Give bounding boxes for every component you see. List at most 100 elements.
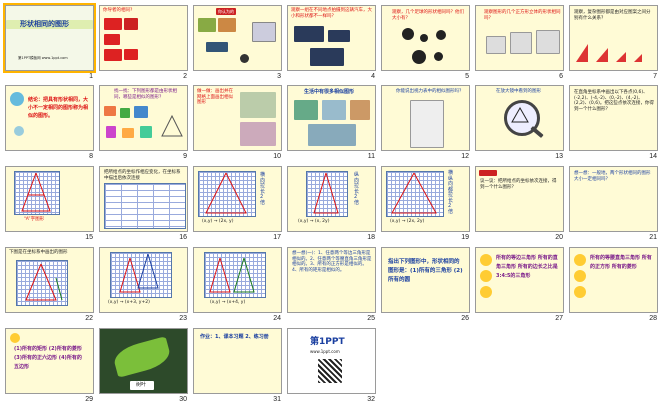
slide-14-canvas: 在直角坐标系中画出以下各点(0,6)、(-2,2)、(-4,-2)、(0,-2)… [569,85,658,151]
slide-thumb-31[interactable]: 作业：1、课本习题 2、练习册 31 [191,326,285,408]
stretched-figure [391,172,437,214]
slide-28-text: 所有的等腰直角三角形 所有的正方形 所有的菱形 [590,255,652,270]
slide-14-text: 在直角坐标系中画出以下各点(0,6)、(-2,2)、(-4,-2)、(0,-2)… [574,90,654,112]
slide-21-canvas: 想一想：一般地，两个形状相同的图形大小一定相同吗？ [569,166,658,232]
leaf-image [111,336,173,378]
slide-17-text: (x,y) → (2x, y) [202,219,234,224]
slide-thumb-15[interactable]: “A”字图形 15 [3,164,97,246]
slide-4-canvas: 观察一组在不同地点拍摄到这辆汽车，大小和形状都不一样吗？ [287,5,376,71]
slide-number: 8 [89,153,93,160]
triangle-figure [511,106,529,123]
slide-23-canvas: (x,y) → (x+3, y+2) [99,247,188,313]
photo-image [294,100,318,120]
slide-11-canvas: 生活中有很多相似图形 [287,85,376,151]
slide-25-text: 想一想(一)：1、任意两个等边三角形是相似的。2、任意两个等腰直角三角形是相似的… [292,251,372,273]
slide-29-text: (1)所有的矩形 (2)所有的菱形 (3)所有的正六边形 (4)所有的五边形 [14,346,82,370]
slide-12-text: 你能说出视力表中的相似图形吗？ [396,89,464,94]
slide-number: 29 [85,396,93,403]
slide-thumb-19[interactable]: 横纵向都拉长2倍 (x,y) → (2x, 2y) 19 [379,164,473,246]
slide-thumb-26[interactable]: 指出下列图形中，形状相同的图形是：(1)所有的三角形 (2)所有的圆 26 [379,245,473,327]
slide-thumb-24[interactable]: (x,y) → (x+4, y) 24 [191,245,285,327]
car-image [328,30,350,42]
slide-thumb-2[interactable]: 你导者的相同? 2 [97,3,191,85]
slide-number: 2 [183,73,187,80]
slide-thumb-16[interactable]: 把所给点的坐标作相应变化，在坐标系中描出后依次连接 16 [97,164,191,246]
thumbs-up-icon [574,270,586,282]
slide-7-canvas: 观察，复杂图形都是由对应图案之间分别有什么关系？ [569,5,658,71]
slide-thumb-11[interactable]: 生活中有很多相似图形 11 [285,83,379,165]
slide-5-canvas: 观察，几个足球的形状相同吗？他们大小有？ [381,5,470,71]
slide-number: 15 [85,234,93,241]
slide-19-text: (x,y) → (2x, 2y) [390,219,425,224]
slide-29-canvas: (1)所有的矩形 (2)所有的菱形 (3)所有的正六边形 (4)所有的五边形 [5,328,94,394]
a-shape-figure [21,172,51,212]
thumbs-up-icon [10,333,20,343]
slide-thumb-25[interactable]: 想一想(一)：1、任意两个等边三角形是相似的。2、任意两个等腰直角三角形是相似的… [285,245,379,327]
slide-thumb-21[interactable]: 想一想：一般地，两个形状相同的图形大小一定相同吗？ 21 [567,164,660,246]
slide-thumb-22[interactable]: 下图是在坐标系中画出的图形 22 [3,245,97,327]
shape-figure [25,263,63,301]
slide-24-canvas: (x,y) → (x+4, y) [193,247,282,313]
slide-2-text: 你导者的相同? [103,8,133,13]
slide-thumb-27[interactable]: 所有的等边三角形 所有的直角三角形 所有的边长之比是3:4:5的三角形 27 [473,245,567,327]
slide-thumb-17[interactable]: 横向拉长2倍 (x,y) → (2x, y) 17 [191,164,285,246]
slide-thumb-20[interactable]: 议一议：把所给点的坐标依次连接，得到一个什么图形？ 20 [473,164,567,246]
staircase-figure [576,44,642,62]
translated-figure [209,257,255,293]
slide-thumb-8[interactable]: 结论：把具有形状相同，大小不一定相同的图形称为相似的图形。 8 [3,83,97,165]
slide-sorter: 形状相同的图形 第1PPT模板网 www.1ppt.com 1 你导者的相同? … [0,0,660,410]
slide-26-text: 指出下列图形中，形状相同的图形是：(1)所有的三角形 (2)所有的圆 [388,259,463,283]
slide-thumb-30[interactable]: 树叶 30 [97,326,191,408]
slide-thumb-13[interactable]: 在放大镜中看到的图形 13 [473,83,567,165]
slide-28-canvas: 所有的等腰直角三角形 所有的正方形 所有的菱形 [569,247,658,313]
slide-8-text: 结论：把具有形状相同，大小不一定相同的图形称为相似的图形。 [28,97,89,119]
thumbs-up-icon [480,270,492,282]
slide-27-text: 所有的等边三角形 所有的直角三角形 所有的边长之比是3:4:5的三角形 [496,255,558,279]
slide-15-text: “A”字图形 [24,217,45,222]
slide-thumb-7[interactable]: 观察，复杂图形都是由对应图案之间分别有什么关系？ 7 [567,3,660,85]
slide-thumb-3[interactable]: 你认为的 3 [191,3,285,85]
photo-image [218,18,236,32]
slide-thumb-5[interactable]: 观察，几个足球的形状相同吗？他们大小有？ 5 [379,3,473,85]
slide-number: 25 [367,315,375,322]
slide-thumb-18[interactable]: 纵向拉长2倍 (x,y) → (x, 2y) 18 [285,164,379,246]
slide-number: 1 [89,73,93,80]
slide-7-text: 观察，复杂图形都是由对应图案之间分别有什么关系？ [574,10,651,21]
slide-number: 5 [465,73,469,80]
slide-16-canvas: 把所给点的坐标作相应变化，在坐标系中描出后依次连接 [99,166,188,232]
slide-thumb-1[interactable]: 形状相同的图形 第1PPT模板网 www.1ppt.com 1 [3,3,97,85]
slide-number: 11 [367,153,375,160]
shape-image [140,126,152,138]
ball-image [436,30,446,40]
slide-9-canvas: 找一找：下列图形都是由形状相同，哪些是相似的图形？ [99,85,188,151]
slide-thumb-9[interactable]: 找一找：下列图形都是由形状相同，哪些是相似的图形？ 9 [97,83,191,165]
slide-thumb-23[interactable]: (x,y) → (x+3, y+2) 23 [97,245,191,327]
slide-1-canvas: 形状相同的图形 第1PPT模板网 www.1ppt.com [3,3,96,73]
photo-image [240,92,276,118]
slide-number: 22 [85,315,93,322]
slide-thumb-28[interactable]: 所有的等腰直角三角形 所有的正方形 所有的菱形 28 [567,245,660,327]
slide-number: 9 [183,153,187,160]
slide-thumb-4[interactable]: 观察一组在不同地点拍摄到这辆汽车，大小和形状都不一样吗？ 4 [285,3,379,85]
flag-image [104,34,120,45]
slide-number: 31 [273,396,281,403]
slide-30-canvas: 树叶 [99,328,188,394]
slide-25-canvas: 想一想(一)：1、任意两个等边三角形是相似的。2、任意两个等腰直角三角形是相似的… [287,247,376,313]
slide-thumb-12[interactable]: 你能说出视力表中的相似图形吗？ 12 [379,83,473,165]
slide-number: 27 [555,315,563,322]
slide-thumb-6[interactable]: 观察图形的几个正方形立体的形状相同吗？ 6 [473,3,567,85]
flag-image [124,49,138,60]
slide-32-canvas: 第1PPT www.1ppt.com [287,328,376,394]
slide-2-canvas: 你导者的相同? [99,5,188,71]
shape-image [106,126,116,138]
slide-22-canvas: 下图是在坐标系中画出的图形 [5,247,94,313]
slide-thumb-10[interactable]: 做一做：画出并在网格上面画出相似图形 10 [191,83,285,165]
slide-6-text: 观察图形的几个正方形立体的形状相同吗？ [484,10,561,21]
slide-thumb-32[interactable]: 第1PPT www.1ppt.com 32 [285,326,379,408]
cube-image [536,30,560,54]
qr-code-image [318,359,342,383]
slide-thumb-14[interactable]: 在直角坐标系中画出以下各点(0,6)、(-2,2)、(-4,-2)、(0,-2)… [567,83,660,165]
slide-30-text: 树叶 [136,382,147,388]
ball-image [420,34,428,42]
slide-thumb-29[interactable]: (1)所有的矩形 (2)所有的菱形 (3)所有的正六边形 (4)所有的五边形 2… [3,326,97,408]
